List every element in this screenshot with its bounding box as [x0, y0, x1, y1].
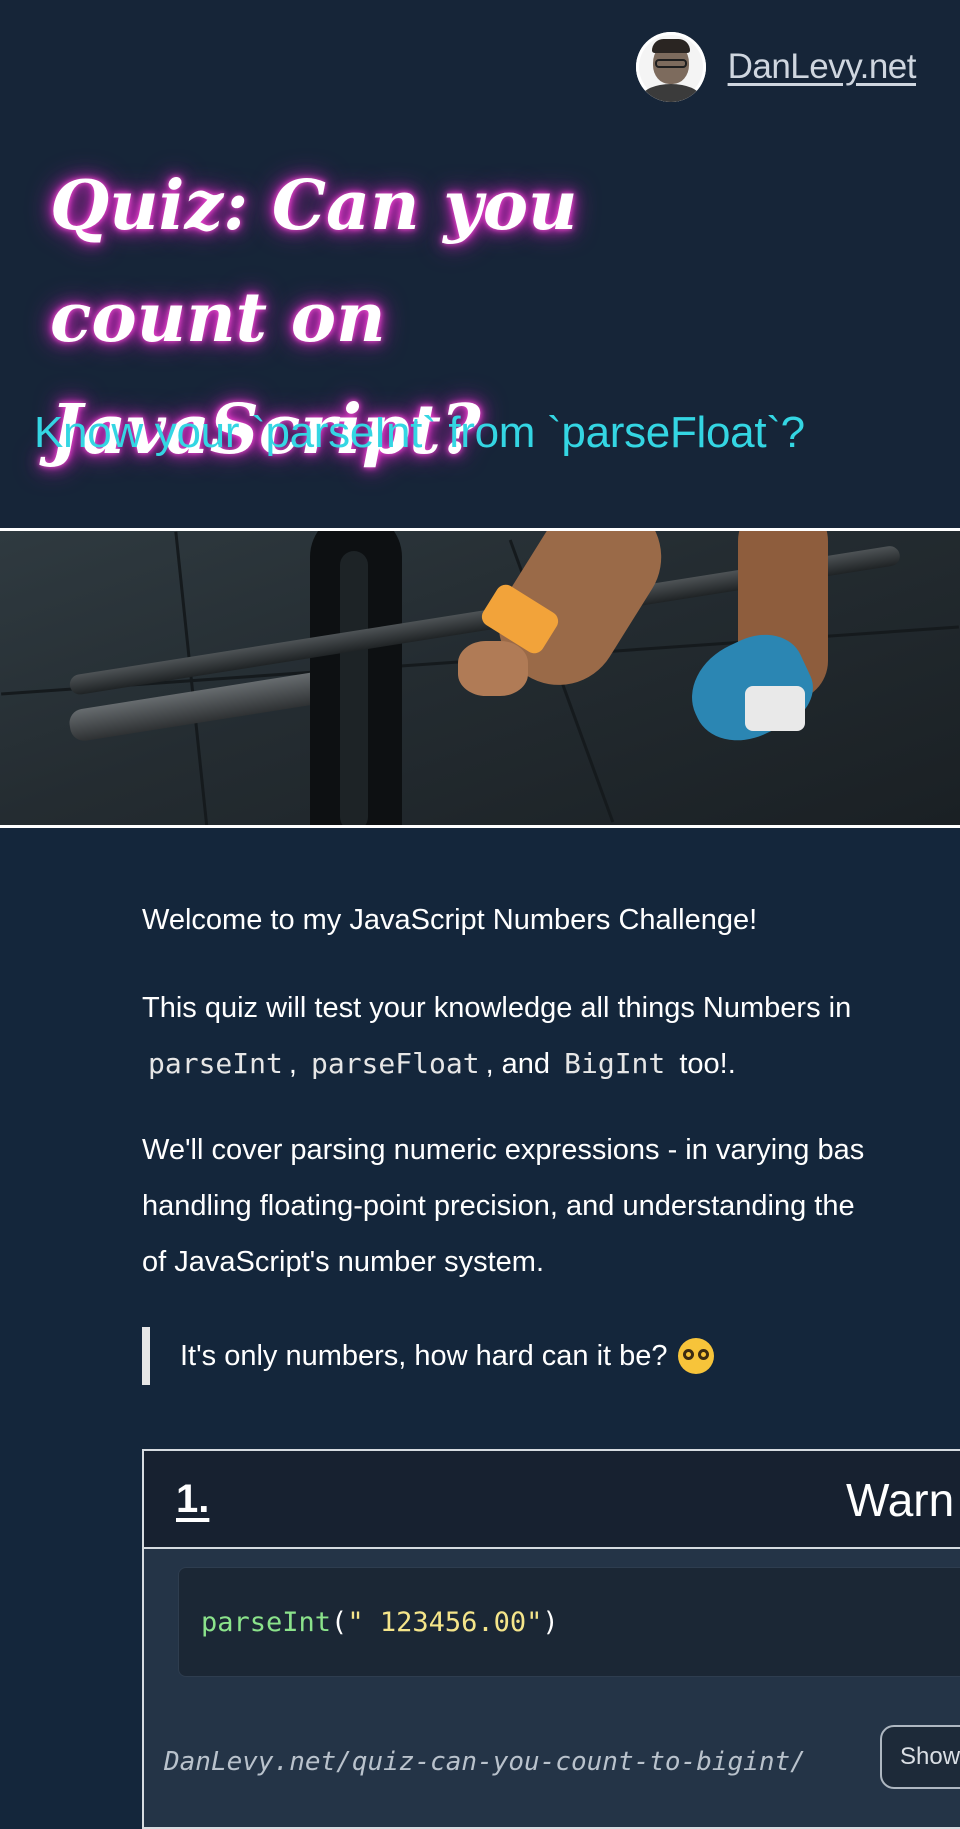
site-name-link[interactable]: DanLevy.net	[728, 47, 917, 87]
blockquote: It's only numbers, how hard can it be?	[142, 1327, 714, 1385]
avatar[interactable]	[635, 32, 706, 102]
inline-code-bigint: BigInt	[564, 1047, 666, 1080]
avatar-hair	[651, 39, 690, 53]
page-subtitle: Know your `parseInt` from `parseFloat`?	[34, 408, 805, 457]
code-paren-open: (	[331, 1606, 348, 1638]
intro-paragraph-3-line-2: handling floating-point precision, and u…	[142, 1190, 855, 1222]
intro-paragraph-1: Welcome to my JavaScript Numbers Challen…	[142, 904, 758, 936]
intro-paragraph-3: We'll cover parsing numeric expressions …	[142, 1122, 960, 1290]
athlete-sock	[745, 686, 805, 731]
quiz-question-header: 1. Warn	[144, 1451, 960, 1549]
code-paren-close: )	[542, 1606, 559, 1638]
intro-paragraph-2-text: This quiz will test your knowledge all t…	[142, 992, 852, 1024]
inline-code-parseint: parseInt	[148, 1047, 283, 1080]
code-block: parseInt(" 123456.00")	[178, 1567, 960, 1677]
question-title: Warn	[846, 1474, 955, 1526]
article-intro: Welcome to my JavaScript Numbers Challen…	[142, 880, 960, 1290]
weight-plate-hub	[340, 551, 368, 825]
quiz-question-card: 1. Warn parseInt(" 123456.00") DanLevy.n…	[142, 1449, 960, 1829]
question-number-link[interactable]: 1.	[176, 1477, 209, 1522]
hero-image	[0, 528, 960, 828]
athlete-hand	[458, 641, 528, 696]
separator: ,	[288, 1048, 297, 1080]
code-string: " 123456.00"	[347, 1606, 543, 1638]
code-function: parseInt	[201, 1606, 332, 1638]
inline-code-parsefloat: parseFloat	[310, 1047, 480, 1080]
quiz-url: DanLevy.net/quiz-can-you-count-to-bigint…	[164, 1747, 806, 1777]
intro-paragraph-2: This quiz will test your knowledge all t…	[142, 980, 960, 1092]
intro-paragraph-3-line-1: We'll cover parsing numeric expressions …	[142, 1134, 865, 1166]
avatar-glasses	[654, 59, 687, 68]
hero-header: DanLevy.net Quiz: Can you count on JavaS…	[0, 0, 960, 528]
show-answer-button[interactable]: Show	[880, 1725, 960, 1789]
quote-text: It's only numbers, how hard can it be?	[180, 1339, 668, 1372]
author-link[interactable]: DanLevy.net	[635, 32, 917, 102]
separator: , and	[485, 1048, 551, 1080]
intro-paragraph-3-line-3: of JavaScript's number system.	[142, 1246, 545, 1278]
avatar-body	[641, 84, 700, 102]
intro-paragraph-2-tail: too!.	[679, 1048, 736, 1080]
nerd-face-icon	[677, 1338, 714, 1374]
